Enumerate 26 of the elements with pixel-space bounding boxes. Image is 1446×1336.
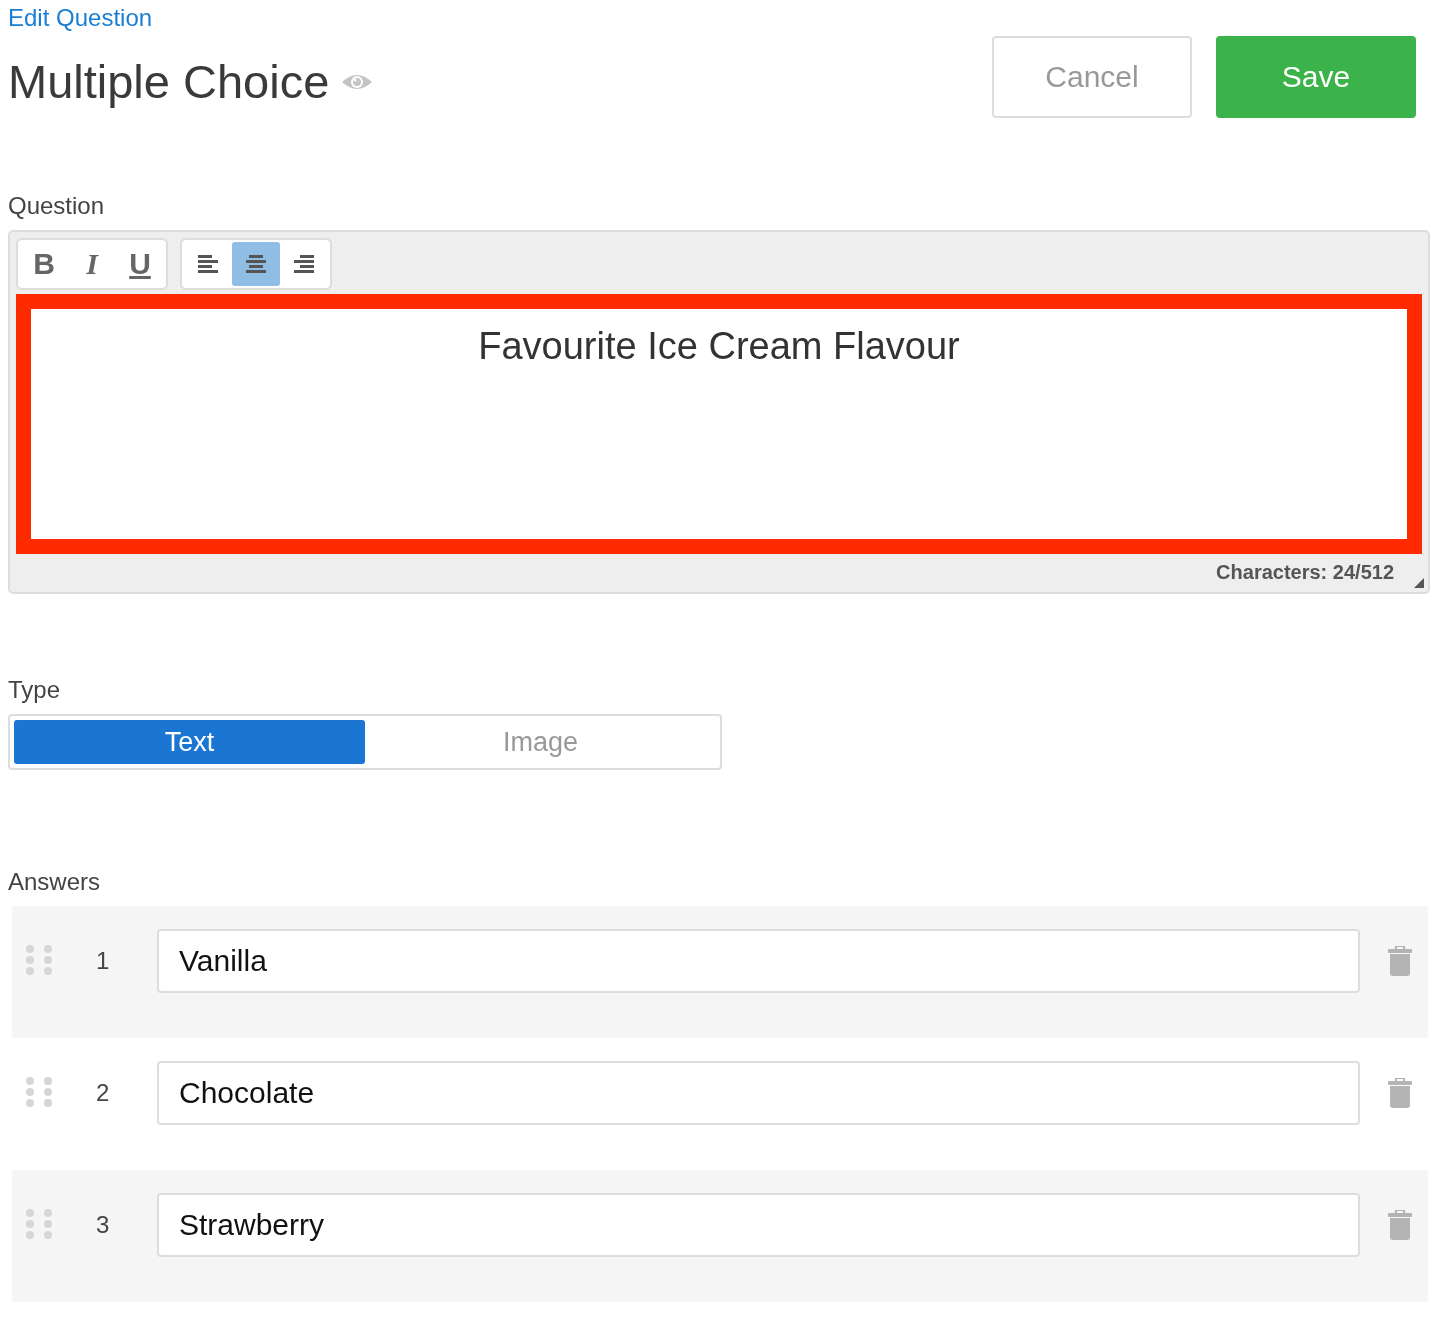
- section-label: Question: [8, 192, 106, 220]
- section-label: Answers: [8, 868, 102, 896]
- answer-number: 1: [95, 947, 111, 975]
- character-count: Characters: 24/512: [1216, 561, 1394, 584]
- question-text: Favourite Ice Cream Flavour: [478, 325, 960, 367]
- answer-input[interactable]: Vanilla: [157, 929, 1360, 993]
- resize-handle-icon: [1414, 578, 1424, 588]
- section-label: Type: [8, 676, 62, 704]
- align-center-icon: [246, 255, 266, 273]
- answer-number: 3: [95, 1211, 111, 1239]
- breadcrumb-link[interactable]: Edit Question: [8, 4, 153, 32]
- type-tab[interactable]: Text: [14, 720, 365, 764]
- trash-icon[interactable]: [1388, 946, 1412, 976]
- align-left-icon: [198, 255, 218, 273]
- bold-button[interactable]: B: [20, 242, 68, 286]
- answer-input[interactable]: Chocolate: [157, 1061, 1360, 1125]
- underline-button[interactable]: U: [116, 242, 164, 286]
- answer-number: 2: [95, 1079, 111, 1107]
- align-center-button[interactable]: [232, 242, 280, 286]
- trash-icon[interactable]: [1388, 1210, 1412, 1240]
- answer-input[interactable]: Strawberry: [157, 1193, 1360, 1257]
- text-area[interactable]: Favourite Ice Cream Flavour: [16, 294, 1422, 554]
- page-title: Multiple Choice: [8, 54, 330, 109]
- trash-icon[interactable]: [1388, 1078, 1412, 1108]
- align-right-icon: [294, 255, 314, 273]
- italic-button[interactable]: I: [68, 242, 116, 286]
